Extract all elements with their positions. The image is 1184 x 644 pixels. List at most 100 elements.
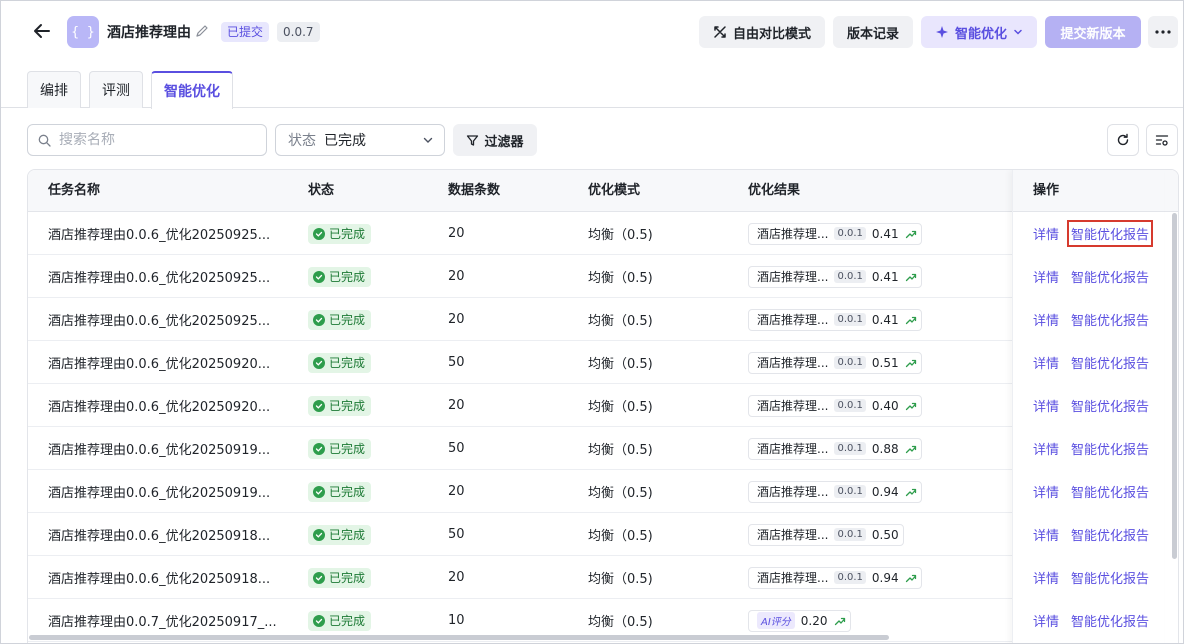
pencil-icon[interactable] bbox=[195, 24, 209, 38]
result-chip[interactable]: AI评分 0.20 bbox=[748, 609, 851, 632]
detail-link[interactable]: 详情 bbox=[1033, 353, 1059, 372]
submit-version-button[interactable]: 提交新版本 bbox=[1045, 16, 1141, 48]
result-cell: 酒店推荐理... 0.0.1 0.40 bbox=[748, 384, 922, 427]
trend-up-icon bbox=[834, 617, 845, 625]
actions-column: 操作 详情 智能优化报告 详情 智能优化报告 详情 智能优化报告 详情 智能优化报告 详情 智能优… bbox=[1012, 170, 1164, 643]
optimize-report-link[interactable]: 智能优化报告 bbox=[1071, 310, 1149, 329]
table-row: 酒店推荐理由0.0.6_优化20250918... 已完成 20 均衡（0.5) 酒店推… bbox=[28, 556, 1164, 599]
status-cell: 已完成 bbox=[308, 384, 372, 427]
result-name: 酒店推荐理... bbox=[757, 313, 829, 327]
tab-evaluate[interactable]: 评测 bbox=[89, 71, 143, 108]
result-chip[interactable]: 酒店推荐理... 0.0.1 0.41 bbox=[748, 222, 922, 245]
tab-smart-optimize[interactable]: 智能优化 bbox=[151, 71, 233, 109]
optimize-report-link[interactable]: 智能优化报告 bbox=[1071, 267, 1149, 286]
result-score: 0.41 bbox=[871, 269, 899, 284]
vertical-scrollbar[interactable] bbox=[1172, 213, 1177, 559]
detail-link[interactable]: 详情 bbox=[1033, 525, 1059, 544]
check-circle-icon bbox=[313, 227, 325, 240]
optimize-mode: 均衡（0.5) bbox=[588, 486, 653, 501]
result-chip[interactable]: 酒店推荐理... 0.0.1 0.94 bbox=[748, 566, 922, 589]
detail-link[interactable]: 详情 bbox=[1033, 439, 1059, 458]
result-name: 酒店推荐理... bbox=[757, 485, 829, 499]
search-icon bbox=[38, 134, 51, 147]
row-actions: 详情 智能优化报告 bbox=[1033, 212, 1154, 255]
result-chip[interactable]: 酒店推荐理... 0.0.1 0.94 bbox=[748, 480, 922, 503]
result-cell: 酒店推荐理... 0.0.1 0.41 bbox=[748, 212, 922, 255]
tab-orchestrate[interactable]: 编排 bbox=[27, 71, 81, 108]
app-icon: { } bbox=[67, 16, 99, 48]
detail-link[interactable]: 详情 bbox=[1033, 568, 1059, 587]
result-version: 0.0.1 bbox=[834, 313, 866, 326]
status-filter-label: 状态 bbox=[288, 133, 316, 149]
row-actions: 详情 智能优化报告 bbox=[1033, 599, 1149, 642]
optimize-report-link[interactable]: 智能优化报告 bbox=[1067, 220, 1154, 247]
detail-link[interactable]: 详情 bbox=[1033, 224, 1059, 243]
result-cell: 酒店推荐理... 0.0.1 0.94 bbox=[748, 470, 922, 513]
result-cell: 酒店推荐理... 0.0.1 0.51 bbox=[748, 341, 922, 384]
optimize-mode: 均衡（0.5) bbox=[588, 572, 653, 587]
result-chip[interactable]: 酒店推荐理... 0.0.1 0.51 bbox=[748, 351, 922, 374]
table-row: 酒店推荐理由0.0.6_优化20250925... 已完成 20 均衡（0.5) 酒店推… bbox=[28, 255, 1164, 298]
refresh-button[interactable] bbox=[1107, 124, 1139, 156]
optimize-mode: 均衡（0.5) bbox=[588, 228, 653, 243]
data-count: 50 bbox=[448, 527, 465, 542]
optimize-mode: 均衡（0.5) bbox=[588, 357, 653, 372]
optimize-report-link[interactable]: 智能优化报告 bbox=[1071, 439, 1149, 458]
app-frame: { } 酒店推荐理由 已提交 0.0.7 自由对比模式 版本记录 智能优化 提交… bbox=[0, 0, 1184, 644]
check-circle-icon bbox=[313, 571, 325, 584]
optimize-report-link[interactable]: 智能优化报告 bbox=[1071, 482, 1149, 501]
back-button[interactable] bbox=[31, 20, 53, 42]
detail-link[interactable]: 详情 bbox=[1033, 482, 1059, 501]
column-header-count: 数据条数 bbox=[448, 183, 501, 198]
version-badge: 0.0.7 bbox=[277, 22, 320, 42]
horizontal-scrollbar[interactable] bbox=[29, 635, 889, 640]
task-name: 酒店推荐理由0.0.6_优化20250919... bbox=[48, 443, 271, 458]
optimize-report-link[interactable]: 智能优化报告 bbox=[1071, 568, 1149, 587]
result-chip[interactable]: 酒店推荐理... 0.0.1 0.50 bbox=[748, 523, 904, 546]
more-button[interactable] bbox=[1148, 16, 1178, 48]
table-row: 酒店推荐理由0.0.6_优化20250925... 已完成 20 均衡（0.5) 酒店推… bbox=[28, 298, 1164, 341]
detail-link[interactable]: 详情 bbox=[1033, 267, 1059, 286]
status-cell: 已完成 bbox=[308, 556, 372, 599]
task-name: 酒店推荐理由0.0.6_优化20250925... bbox=[48, 271, 271, 286]
trend-up-icon bbox=[905, 574, 916, 582]
optimize-report-link[interactable]: 智能优化报告 bbox=[1071, 611, 1149, 630]
result-version: 0.0.1 bbox=[834, 571, 866, 584]
column-settings-button[interactable] bbox=[1146, 124, 1178, 156]
column-header-result: 优化结果 bbox=[748, 183, 801, 198]
version-history-button[interactable]: 版本记录 bbox=[833, 16, 913, 48]
status-cell: 已完成 bbox=[308, 212, 372, 255]
search-input[interactable] bbox=[59, 132, 249, 148]
compare-mode-button[interactable]: 自由对比模式 bbox=[699, 16, 825, 48]
result-version: 0.0.1 bbox=[834, 399, 866, 412]
result-chip[interactable]: 酒店推荐理... 0.0.1 0.40 bbox=[748, 394, 922, 417]
result-chip[interactable]: 酒店推荐理... 0.0.1 0.41 bbox=[748, 308, 922, 331]
filter-button[interactable]: 过滤器 bbox=[453, 124, 537, 156]
check-circle-icon bbox=[313, 528, 325, 541]
result-chip[interactable]: 酒店推荐理... 0.0.1 0.88 bbox=[748, 437, 922, 460]
optimize-report-link[interactable]: 智能优化报告 bbox=[1071, 353, 1149, 372]
result-score: 0.51 bbox=[871, 355, 899, 370]
check-circle-icon bbox=[313, 313, 325, 326]
optimize-report-link[interactable]: 智能优化报告 bbox=[1071, 396, 1149, 415]
data-count: 20 bbox=[448, 484, 465, 499]
status-filter-select[interactable]: 状态 已完成 bbox=[275, 124, 445, 156]
result-score: 0.41 bbox=[871, 312, 899, 327]
result-version: 0.0.1 bbox=[834, 270, 866, 283]
detail-link[interactable]: 详情 bbox=[1033, 611, 1059, 630]
smart-optimize-button[interactable]: 智能优化 bbox=[921, 16, 1037, 48]
result-version: 0.0.1 bbox=[834, 442, 866, 455]
optimize-mode: 均衡（0.5) bbox=[588, 271, 653, 286]
optimize-report-link[interactable]: 智能优化报告 bbox=[1071, 525, 1149, 544]
result-chip[interactable]: 酒店推荐理... 0.0.1 0.41 bbox=[748, 265, 922, 288]
trend-up-icon bbox=[905, 402, 916, 410]
result-name: 酒店推荐理... bbox=[757, 442, 829, 456]
task-name: 酒店推荐理由0.0.6_优化20250920... bbox=[48, 400, 271, 415]
status-text: 已完成 bbox=[329, 270, 366, 284]
detail-link[interactable]: 详情 bbox=[1033, 396, 1059, 415]
detail-link[interactable]: 详情 bbox=[1033, 310, 1059, 329]
result-name: 酒店推荐理... bbox=[757, 270, 829, 284]
result-cell: 酒店推荐理... 0.0.1 0.41 bbox=[748, 298, 922, 341]
optimize-mode: 均衡（0.5) bbox=[588, 443, 653, 458]
search-box[interactable] bbox=[27, 124, 267, 156]
